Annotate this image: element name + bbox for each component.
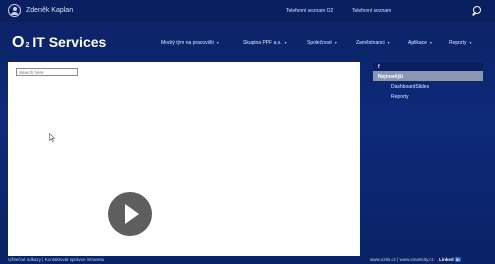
chevron-down-icon: ▾ (469, 40, 472, 45)
play-button[interactable] (108, 192, 152, 236)
side-item-dashboardslides[interactable]: DashboardSlides (373, 81, 483, 91)
nav-item-spolecnost[interactable]: Společnost ▾ (307, 40, 337, 46)
nav-item-aplikace[interactable]: Aplikace ▾ (408, 40, 432, 46)
nav-label: Společnost (307, 40, 332, 46)
nav-item-skupina-ppf[interactable]: Skupina PPF a.s. ▾ (243, 40, 287, 46)
chevron-down-icon: ▾ (216, 40, 219, 45)
chevron-down-icon: ▾ (387, 40, 390, 45)
linkedin-icon: in (454, 257, 461, 262)
phonebook-o2-link[interactable]: Telefonní seznam O2 (286, 8, 333, 14)
mouse-cursor-icon (49, 133, 55, 142)
linkedin-link[interactable]: Linked in (439, 257, 461, 262)
footer-right: www.o2its.cz | www.smartcity.cz Linked in (370, 257, 461, 262)
side-item-reporty[interactable]: Reporty (373, 91, 483, 101)
side-item-nejnovejsi[interactable]: Nejnovější (373, 71, 483, 81)
side-panel: f Nejnovější DashboardSlides Reporty (373, 62, 483, 110)
chevron-down-icon: ▾ (334, 40, 337, 45)
phonebook-link[interactable]: Telefonní seznam (352, 8, 391, 14)
nav-item-reporty[interactable]: Reporty ▾ (449, 40, 472, 46)
nav-label: Aplikace (408, 40, 427, 46)
nav-label: Modrý tým na pracovišti (161, 40, 214, 46)
nav-item-modry-tym[interactable]: Modrý tým na pracovišti ▾ (161, 40, 219, 46)
top-bar: Zdeněk Kaplan Telefonní seznam O2 Telefo… (0, 0, 495, 22)
search-icon[interactable] (469, 4, 483, 18)
user-icon (8, 4, 21, 17)
footer-websites[interactable]: www.o2its.cz | www.smartcity.cz (370, 257, 434, 262)
main-nav: Modrý tým na pracovišti ▾ Skupina PPF a.s… (0, 40, 495, 50)
footer-links[interactable]: Užitečné odkazy | Kontaktovat správce in… (8, 257, 104, 262)
nav-item-zamestnanci[interactable]: Zaměstnanci ▾ (356, 40, 390, 46)
nav-label: Skupina PPF a.s. (243, 40, 282, 46)
chevron-down-icon: ▾ (284, 40, 287, 45)
side-panel-header: f (373, 62, 483, 71)
nav-label: Reporty (449, 40, 467, 46)
content-panel (8, 62, 360, 256)
chevron-down-icon: ▾ (429, 40, 432, 45)
user-menu[interactable]: Zdeněk Kaplan (8, 4, 73, 17)
nav-label: Zaměstnanci (356, 40, 385, 46)
user-name: Zdeněk Kaplan (26, 7, 74, 14)
search-input[interactable] (16, 68, 78, 76)
linkedin-text: Linked (439, 257, 454, 262)
